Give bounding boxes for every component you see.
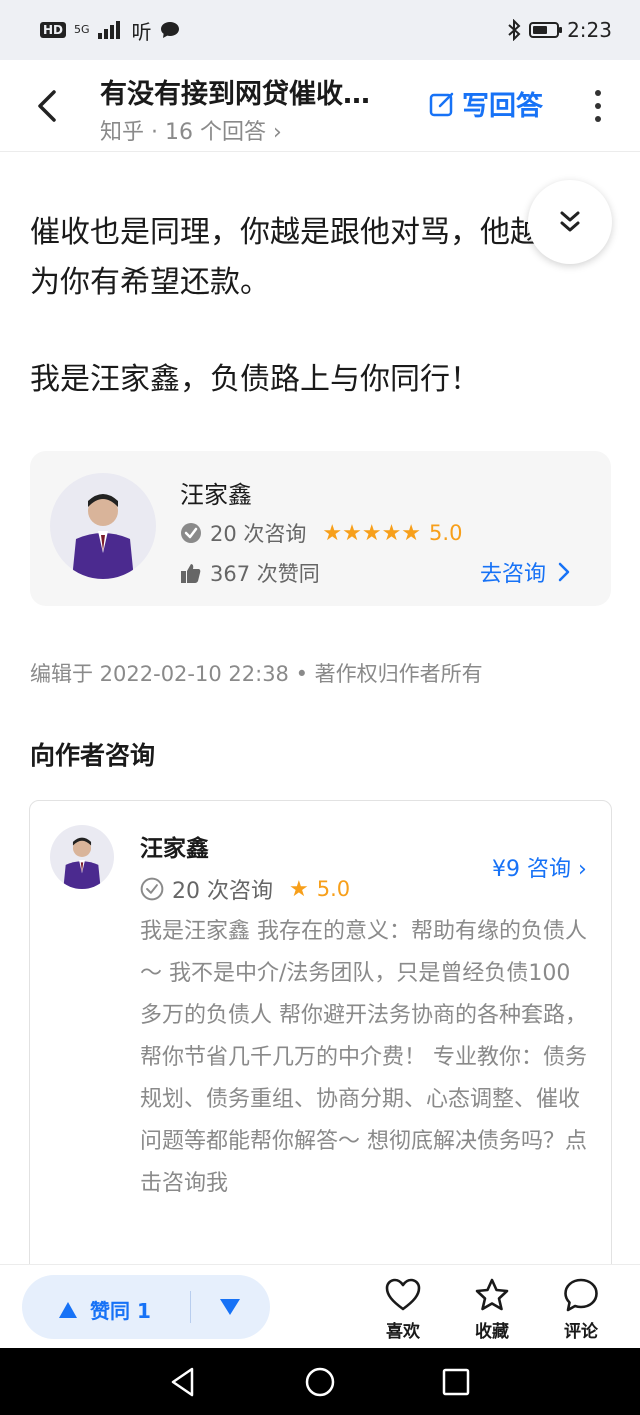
vote-divider (190, 1291, 191, 1323)
answer-paragraph-signoff: 我是汪家鑫，负债路上与你同行！ (30, 362, 480, 397)
downvote-button[interactable] (218, 1295, 242, 1319)
battery-icon (529, 22, 563, 38)
consultant-stats: 20 次咨询 ★ 5.0 (140, 873, 350, 905)
bluetooth-icon (508, 19, 521, 41)
comment-label: 评论 (564, 1322, 598, 1342)
scroll-next-button[interactable] (528, 180, 612, 264)
like-button[interactable]: 喜欢 (373, 1277, 433, 1342)
bottom-action-bar: 赞同 1 喜欢 收藏 评论 (0, 1264, 640, 1348)
chevron-right-icon (558, 562, 570, 582)
more-options-button[interactable] (588, 86, 608, 126)
comment-bubble-icon (564, 1278, 598, 1312)
verified-check-icon (181, 523, 201, 543)
star-icon: ★ (289, 876, 309, 902)
status-bar: HD 5G 听 2:23 (0, 0, 640, 60)
back-button[interactable] (30, 86, 66, 126)
edit-icon (429, 92, 454, 116)
consultant-description: 我是汪家鑫 我存在的意义：帮助有缘的负债人～ 我不是中介/法务团队，只是曾经负债… (140, 919, 587, 1196)
dot-icon (595, 90, 601, 96)
triangle-up-icon (59, 1301, 77, 1318)
nav-recent-icon[interactable] (440, 1366, 472, 1398)
consult-price-button[interactable]: ¥9 咨询 › (492, 851, 587, 883)
chevron-left-icon (38, 90, 56, 122)
upvote-button[interactable]: 赞同 1 (58, 1295, 151, 1324)
consult-count: 20 次咨询 (172, 879, 273, 904)
signal-icon (97, 21, 120, 39)
author-name: 汪家鑫 (180, 481, 252, 509)
comment-button[interactable]: 评论 (551, 1277, 611, 1342)
message-icon (160, 22, 179, 38)
answer-count-link[interactable]: 知乎 · 16 个回答 › (100, 114, 282, 146)
app-header: 有没有接到网贷催收… 知乎 · 16 个回答 › 写回答 (0, 60, 640, 152)
heart-icon (385, 1278, 421, 1311)
consult-card[interactable]: 汪家鑫 ¥9 咨询 › 20 次咨询 ★ 5.0 我是汪家鑫 我存在的意义：帮助… (29, 800, 612, 1280)
dot-icon (595, 103, 601, 109)
star-outline-icon (475, 1278, 509, 1311)
avatar[interactable] (50, 825, 114, 889)
go-consult-link[interactable]: 去咨询 (480, 556, 570, 588)
avatar[interactable] (50, 473, 156, 579)
write-answer-label: 写回答 (462, 91, 543, 122)
consultant-name: 汪家鑫 (140, 836, 209, 862)
favorite-button[interactable]: 收藏 (462, 1277, 522, 1342)
favorite-label: 收藏 (475, 1322, 509, 1342)
status-time: 2:23 (567, 18, 612, 42)
double-chevron-down-icon (560, 211, 580, 232)
listen-indicator: 听 (131, 19, 152, 44)
author-likes-stats: 367 次赞同 (180, 558, 320, 588)
author-portrait (72, 494, 134, 579)
status-left: HD 5G 听 (40, 16, 180, 45)
status-right: 2:23 (507, 18, 612, 42)
star-rating-icon: ★★★★★ (322, 520, 422, 546)
author-consult-stats: 20 次咨询 ★★★★★ 5.0 (180, 518, 462, 548)
section-title: 向作者咨询 (30, 741, 156, 770)
nav-home-icon[interactable] (304, 1366, 336, 1398)
write-answer-button[interactable]: 写回答 (428, 84, 543, 123)
hd-badge: HD (40, 22, 67, 38)
vote-control: 赞同 1 (22, 1275, 270, 1339)
author-card[interactable]: 汪家鑫 20 次咨询 ★★★★★ 5.0 367 次赞同 去咨询 (30, 451, 611, 606)
system-nav-bar (0, 1348, 640, 1415)
verified-check-icon (140, 877, 164, 901)
rating-value: 5.0 (429, 521, 463, 545)
likes-count: 367 次赞同 (210, 562, 320, 586)
edit-meta: 编辑于 2022-02-10 22:38 • 著作权归作者所有 (30, 662, 483, 686)
question-title[interactable]: 有没有接到网贷催收… (100, 72, 410, 111)
thumbs-up-icon (181, 564, 201, 583)
network-type: 5G (74, 23, 90, 36)
author-portrait (63, 837, 101, 889)
nav-back-icon[interactable] (168, 1366, 200, 1398)
consult-count: 20 次咨询 (210, 522, 307, 546)
dot-icon (595, 116, 601, 122)
upvote-label: 赞同 1 (90, 1299, 151, 1323)
like-label: 喜欢 (386, 1322, 420, 1342)
rating-value: 5.0 (316, 877, 351, 901)
go-consult-label: 去咨询 (480, 562, 547, 587)
